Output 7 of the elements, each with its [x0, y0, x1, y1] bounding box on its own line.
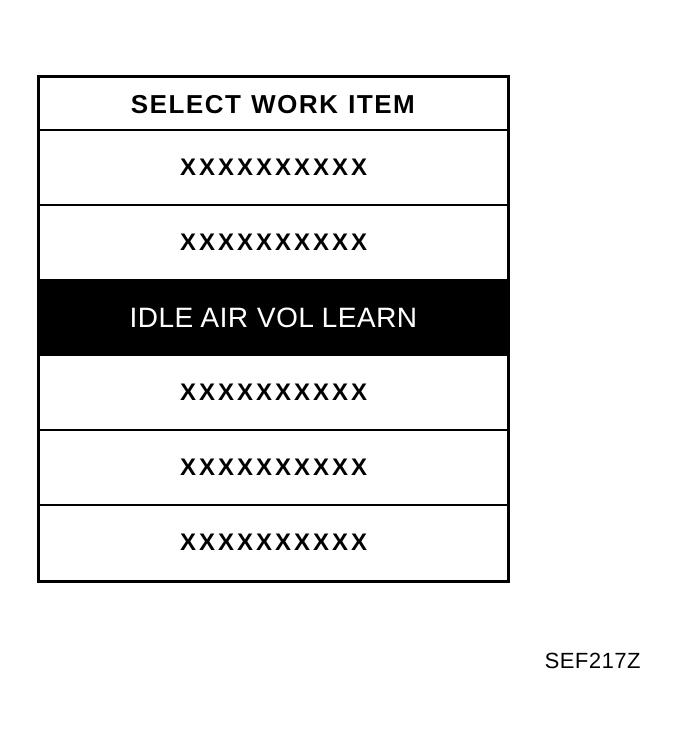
menu-item[interactable]: XXXXXXXXXX [40, 131, 507, 206]
figure-code: SEF217Z [544, 649, 641, 673]
menu-item[interactable]: XXXXXXXXXX [40, 431, 507, 506]
menu-item[interactable]: XXXXXXXXXX [40, 356, 507, 431]
menu-item[interactable]: IDLE AIR VOL LEARN [40, 281, 507, 356]
menu-title: SELECT WORK ITEM [40, 78, 507, 131]
menu-item[interactable]: XXXXXXXXXX [40, 506, 507, 580]
